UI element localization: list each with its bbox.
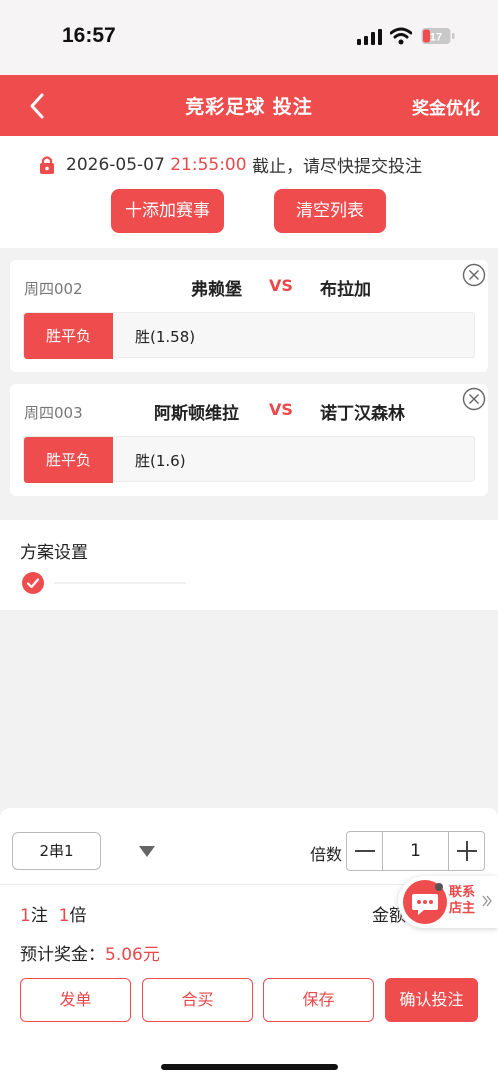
deadline-panel: 2026-05-07 21:55:00 截止，请尽快提交投注 十添加赛事 清空列…: [0, 136, 498, 248]
bet-row: 胜平负 胜(1.6): [23, 436, 475, 483]
multiplier-stepper: 1: [346, 831, 485, 871]
bet-type-label: 胜平负: [24, 437, 113, 483]
close-icon[interactable]: [462, 263, 486, 287]
match-id: 周四002: [24, 280, 83, 298]
multiple-count: 1: [58, 906, 70, 926]
bets-count: 1: [20, 906, 31, 926]
battery-icon: 17: [421, 28, 455, 44]
match-id: 周四003: [24, 404, 83, 422]
save-button[interactable]: 保存: [263, 978, 374, 1022]
bet-selection[interactable]: 胜(1.6): [135, 450, 186, 471]
plan-settings-panel: 方案设置: [0, 520, 498, 610]
vs-label: VS: [269, 400, 293, 419]
status-bar: 16:57 17: [0, 0, 498, 75]
plan-settings-title: 方案设置: [20, 543, 88, 563]
away-team: 诺丁汉森林: [320, 404, 405, 424]
vs-label: VS: [269, 276, 293, 295]
confirm-bet-button[interactable]: 确认投注: [385, 978, 478, 1022]
clear-list-button[interactable]: 清空列表: [274, 189, 386, 233]
close-icon[interactable]: [462, 387, 486, 411]
match-card: 周四003 阿斯顿维拉 VS 诺丁汉森林 胜平负 胜(1.6): [10, 384, 488, 496]
increment-button[interactable]: [448, 832, 484, 870]
decrement-button[interactable]: [347, 832, 383, 870]
cellular-signal-icon: [357, 29, 382, 45]
contact-owner-label: 联系店主: [449, 885, 476, 916]
prize-value: 5.06元: [105, 945, 160, 965]
home-indicator: [161, 1064, 338, 1070]
group-buy-button[interactable]: 合买: [142, 978, 253, 1022]
multiple-unit: 倍: [69, 906, 87, 926]
deadline-notice: 2026-05-07 21:55:00 截止，请尽快提交投注: [38, 152, 422, 177]
status-time: 16:57: [62, 24, 116, 47]
bets-unit: 注: [30, 906, 48, 926]
publish-button[interactable]: 发单: [20, 978, 131, 1022]
home-team: 弗赖堡: [191, 280, 242, 300]
combo-select[interactable]: 2串1: [12, 832, 101, 870]
bet-selection[interactable]: 胜(1.58): [135, 326, 195, 347]
dropdown-arrow-icon[interactable]: [138, 845, 156, 858]
plan-option-placeholder: [54, 582, 186, 584]
lock-icon: [40, 155, 54, 174]
prize-optimize-button[interactable]: 奖金优化: [412, 94, 480, 119]
multiplier-label: 倍数: [310, 845, 343, 864]
expected-prize: 预计奖金：5.06元: [20, 940, 160, 965]
app-header: 竞彩足球 投注 奖金优化: [0, 75, 498, 136]
wifi-icon: [390, 27, 412, 45]
bet-type-label: 胜平负: [24, 313, 113, 359]
contact-owner-button[interactable]: 联系店主: [398, 876, 498, 928]
multiplier-value[interactable]: 1: [384, 841, 447, 861]
checkmark-icon[interactable]: [22, 572, 44, 594]
chat-icon: [403, 880, 447, 924]
double-chevron-icon: [482, 895, 492, 907]
match-card: 周四002 弗赖堡 VS 布拉加 胜平负 胜(1.58): [10, 260, 488, 372]
battery-level: 17: [430, 32, 442, 44]
home-team: 阿斯顿维拉: [154, 404, 239, 424]
bet-summary: 1注 1倍: [20, 901, 86, 926]
bet-row: 胜平负 胜(1.58): [23, 312, 475, 359]
deadline-time: 21:55:00: [170, 154, 247, 175]
prize-label: 预计奖金：: [20, 945, 105, 965]
away-team: 布拉加: [320, 280, 371, 300]
minus-icon: [355, 850, 375, 852]
add-match-button[interactable]: 十添加赛事: [111, 189, 224, 233]
deadline-suffix: 截止，请尽快提交投注: [251, 157, 422, 177]
bottom-bar: 2串1 倍数 1 1注 1倍 金额 预计奖金：5.06元 联系店主 发单 合买 …: [0, 808, 498, 1080]
plus-icon: [457, 841, 477, 861]
deadline-date: 2026-05-07: [66, 154, 165, 175]
